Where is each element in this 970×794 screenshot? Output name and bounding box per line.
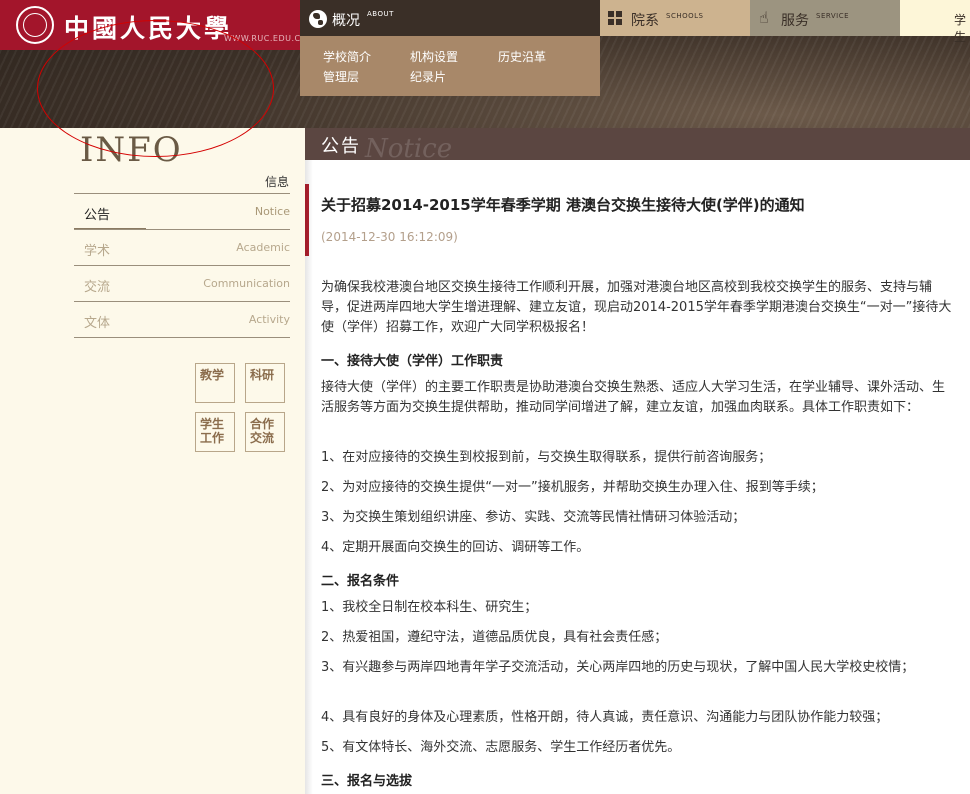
about-dropdown: 学校简介 机构设置 历史沿革 管理层 纪录片 (300, 36, 600, 96)
sidebar-item-english: Academic (236, 241, 290, 254)
sidebar-item-english: Communication (203, 277, 290, 290)
sidebar-subtitle: 信息 (265, 175, 290, 189)
university-emblem-icon (16, 6, 54, 44)
logo[interactable]: 中國人民大學 WWW.RUC.EDU.CN (0, 0, 307, 50)
nav-about-sub: ABOUT (367, 10, 394, 18)
sidebar-item-notice[interactable]: 公告 Notice (74, 194, 290, 230)
nav-schools[interactable]: 院系 SCHOOLS (600, 0, 750, 36)
header-banner: 中國人民大學 WWW.RUC.EDU.CN 概况 ABOUT 学校简介 机构设置… (0, 0, 970, 128)
quick-link-teaching[interactable]: 教学 (195, 363, 235, 403)
main-content: Notice 公告 关于招募2014-2015学年春季学期 港澳台交换生接待大使… (305, 128, 970, 794)
quick-link-label: 教学 (200, 368, 225, 382)
quick-link-research[interactable]: 科研 (245, 363, 285, 403)
grid-icon (608, 11, 622, 25)
about-link-institutions[interactable]: 机构设置 (410, 48, 458, 65)
hand-pointer-icon: ☝ (759, 8, 769, 27)
sidebar-item-communication[interactable]: 交流 Communication (74, 266, 290, 302)
duty-item: 4、定期开展面向交换生的回访、调研等工作。 (321, 540, 590, 555)
section-heading: 二、报名条件 (321, 574, 400, 589)
sidebar-item-english: Notice (254, 205, 290, 218)
quick-link-label: 学生 (200, 417, 225, 431)
nav-student-label: 学生 (954, 13, 967, 44)
sidebar-item-label: 交流 (84, 280, 111, 295)
sidebar-item-activity[interactable]: 文体 Activity (74, 302, 290, 338)
sidebar-title: INFO (80, 130, 183, 170)
sidebar-item-label: 文体 (84, 316, 111, 331)
article-intro: 为确保我校港澳台地区交换生接待工作顺利开展，加强对港澳台地区高校到我校交换学生的… (321, 280, 952, 335)
section-header: Notice 公告 (305, 128, 970, 164)
duty-item: 1、在对应接待的交换生到校报到前，与交换生取得联系，提供行前咨询服务； (321, 450, 772, 465)
nav-schools-sub: SCHOOLS (666, 12, 704, 20)
nav-schools-label: 院系 (631, 13, 659, 29)
nav-service-sub: SERVICE (816, 12, 850, 20)
nav-student[interactable]: 学生 (900, 0, 970, 44)
globe-icon (309, 10, 327, 28)
section-title: 公告 (321, 136, 361, 157)
logo-text: 中國人民大學 (64, 14, 233, 43)
quick-link-label: 工作 (200, 431, 225, 445)
quick-link-label: 合作 (250, 417, 275, 431)
sidebar: INFO 信息 公告 Notice 学术 Academic 交流 Communi… (0, 128, 305, 794)
about-link-documentary[interactable]: 纪录片 (410, 68, 446, 85)
quick-link-cooperation[interactable]: 合作 交流 (245, 412, 285, 452)
sidebar-item-english: Activity (248, 313, 290, 326)
sidebar-item-label: 学术 (84, 244, 111, 259)
quick-link-student-affairs[interactable]: 学生 工作 (195, 412, 235, 452)
nav-service[interactable]: ☝ 服务 SERVICE (750, 0, 900, 36)
requirement-item: 5、有文体特长、海外交流、志愿服务、学生工作经历者优先。 (321, 740, 681, 755)
article-date: (2014-12-30 16:12:09) (321, 230, 458, 244)
content-shadow (305, 160, 313, 794)
sidebar-item-academic[interactable]: 学术 Academic (74, 230, 290, 266)
logo-url: WWW.RUC.EDU.CN (224, 34, 308, 43)
section-heading: 一、接待大使（学伴）工作职责 (321, 354, 504, 369)
article-paragraph: 接待大使（学伴）的主要工作职责是协助港澳台交换生熟悉、适应人大学习生活，在学业辅… (321, 380, 946, 415)
nav-about[interactable]: 概况 ABOUT (300, 0, 600, 36)
about-link-history[interactable]: 历史沿革 (498, 48, 546, 65)
about-link-intro[interactable]: 学校简介 (323, 48, 371, 65)
requirement-item: 3、有兴趣参与两岸四地青年学子交流活动，关心两岸四地的历史与现状，了解中国人民大… (321, 660, 915, 675)
section-heading: 三、报名与选拔 (321, 774, 413, 789)
nav-about-label: 概况 (332, 13, 360, 29)
about-link-management[interactable]: 管理层 (323, 68, 359, 85)
requirement-item: 2、热爱祖国，遵纪守法，道德品质优良，具有社会责任感； (321, 630, 668, 645)
section-watermark: Notice (365, 134, 453, 164)
requirement-item: 4、具有良好的身体及心理素质，性格开朗，待人真诚，责任意识、沟通能力与团队协作能… (321, 710, 889, 725)
divider (74, 337, 290, 338)
duty-item: 2、为对应接待的交换生提供“一对一”接机服务，并帮助交换生办理入住、报到等手续； (321, 480, 824, 495)
quick-link-label: 科研 (250, 368, 275, 382)
duty-item: 3、为交换生策划组织讲座、参访、实践、交流等民情社情研习体验活动； (321, 510, 746, 525)
nav-service-label: 服务 (781, 13, 809, 29)
requirement-item: 1、我校全日制在校本科生、研究生； (321, 600, 538, 615)
article-title: 关于招募2014-2015学年春季学期 港澳台交换生接待大使(学伴)的通知 (321, 196, 805, 214)
quick-link-label: 交流 (250, 431, 275, 445)
sidebar-item-label: 公告 (84, 208, 111, 223)
